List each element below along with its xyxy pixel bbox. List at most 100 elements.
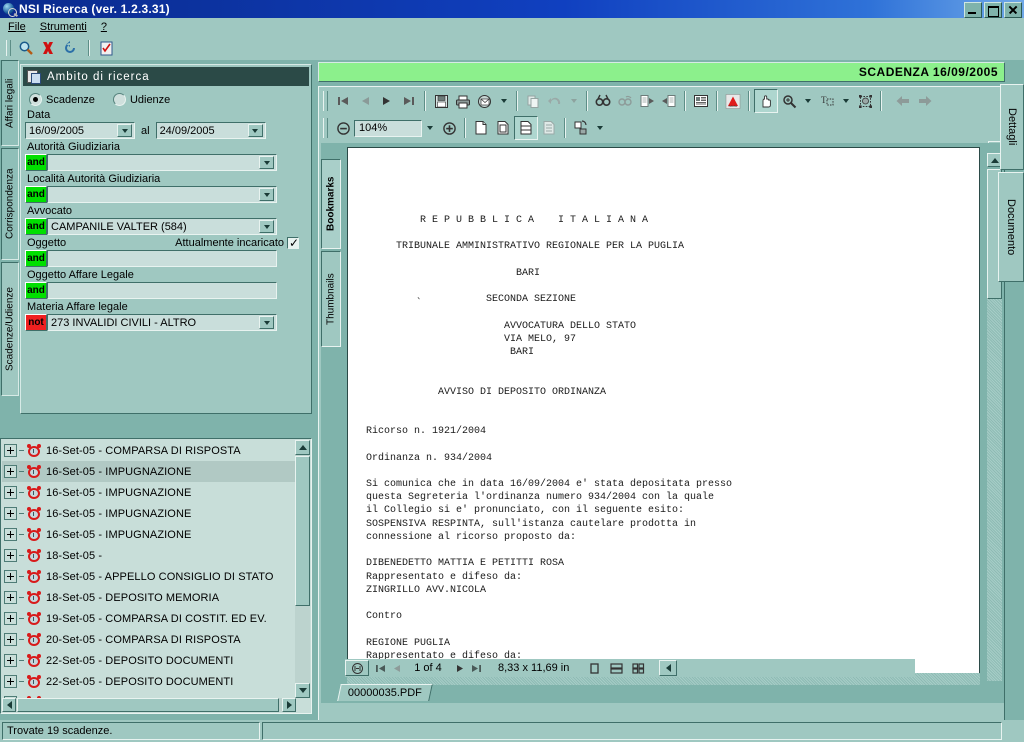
text-select-dropdown-icon[interactable] — [838, 91, 854, 111]
pdf-tab-thumbnails[interactable]: Thumbnails — [321, 251, 341, 347]
save-icon[interactable] — [430, 90, 452, 112]
menu-file[interactable]: File — [8, 21, 26, 33]
status-prev-page-icon[interactable] — [388, 657, 404, 679]
expand-icon[interactable] — [4, 633, 17, 646]
fit-width-icon[interactable] — [514, 116, 538, 140]
list-item[interactable]: 16-Set-05 - IMPUGNAZIONE — [2, 482, 296, 503]
rotate-icon[interactable] — [570, 117, 592, 139]
next-view-icon[interactable] — [658, 90, 680, 112]
results-list-inner[interactable]: 16-Set-05 - COMPARSA DI RISPOSTA 16-Set-0… — [2, 440, 296, 698]
sidebar-tab-corrispondenza[interactable]: Corrispondenza — [1, 148, 19, 260]
field-dropdown-icon-localita[interactable] — [259, 188, 274, 201]
operator-badge-localita[interactable]: and — [25, 186, 47, 203]
field-dropdown-icon-autorita[interactable] — [259, 156, 274, 169]
zoom-level-dropdown-icon[interactable] — [422, 118, 438, 138]
pdf-toolbar-grip[interactable] — [323, 91, 328, 111]
back-icon[interactable] — [892, 90, 914, 112]
operator-badge-materia[interactable]: not — [25, 314, 47, 331]
operator-badge-oggetto[interactable]: and — [25, 250, 47, 267]
list-item[interactable]: 22-Set-05 - DEPOSITO DOCUMENTI — [2, 671, 296, 692]
zoom-tool-icon[interactable] — [778, 90, 800, 112]
rotate-dropdown-icon[interactable] — [592, 118, 608, 138]
adobe-icon[interactable]: Adobe — [722, 90, 744, 112]
results-horizontal-scrollbar[interactable] — [2, 698, 296, 712]
scroll-right-button[interactable] — [282, 698, 296, 712]
previous-page-icon[interactable] — [354, 90, 376, 112]
forward-icon[interactable] — [914, 90, 936, 112]
article-icon[interactable] — [690, 90, 712, 112]
radio-scadenze-dot[interactable] — [29, 93, 42, 106]
single-page-layout-icon[interactable] — [583, 657, 605, 679]
pdf-page[interactable]: R E P U B B L I C A I T A L I A N A TRIB… — [347, 147, 980, 685]
refresh-icon[interactable] — [60, 38, 80, 58]
list-item[interactable]: 18-Set-05 - APPELLO CONSIGLIO DI STATO — [2, 566, 296, 587]
facing-layout-icon[interactable] — [627, 657, 649, 679]
undo-dropdown-icon[interactable] — [566, 91, 582, 111]
menu-strumenti[interactable]: Strumenti — [40, 21, 87, 33]
actual-size-icon[interactable] — [470, 117, 492, 139]
list-item[interactable]: 16-Set-05 - COMPARSA DI RISPOSTA — [2, 440, 296, 461]
date-from-input[interactable]: 16/09/2005 — [25, 122, 135, 139]
search-icon[interactable] — [16, 38, 36, 58]
operator-badge-avvocato[interactable]: and — [25, 218, 47, 235]
minimize-button[interactable] — [964, 2, 982, 18]
h-scroll-thumb[interactable] — [17, 698, 279, 712]
expand-icon[interactable] — [4, 486, 17, 499]
status-next-page-icon[interactable] — [452, 657, 468, 679]
date-from-dropdown-icon[interactable] — [117, 124, 132, 137]
email-dropdown-icon[interactable] — [496, 91, 512, 111]
hand-tool-icon[interactable] — [754, 89, 778, 113]
list-item[interactable]: 19-Set-05 - COMPARSA DI COSTIT. ED EV. — [2, 608, 296, 629]
zoom-level-input[interactable]: 104% — [354, 119, 422, 137]
list-item[interactable]: 18-Set-05 - — [2, 545, 296, 566]
search-again-icon[interactable] — [614, 90, 636, 112]
toolbar-grip[interactable] — [6, 40, 11, 56]
radio-udienze-dot[interactable] — [112, 93, 126, 106]
expand-icon[interactable] — [4, 570, 17, 583]
copy-icon[interactable] — [522, 90, 544, 112]
radio-scadenze[interactable]: Scadenze — [29, 93, 95, 106]
field-input-localita[interactable] — [47, 186, 277, 203]
zoom-tool-dropdown-icon[interactable] — [800, 91, 816, 111]
field-input-materia[interactable]: 273 INVALIDI CIVILI - ALTRO — [47, 314, 277, 331]
continuous-layout-icon[interactable] — [605, 657, 627, 679]
graphics-select-icon[interactable] — [854, 90, 876, 112]
field-input-avvocato[interactable]: CAMPANILE VALTER (584) — [47, 218, 277, 235]
expand-icon[interactable] — [4, 675, 17, 688]
list-item[interactable]: 16-Set-05 - IMPUGNAZIONE — [2, 461, 296, 482]
expand-icon[interactable] — [4, 507, 17, 520]
status-resize-handle[interactable] — [659, 660, 678, 676]
expand-icon[interactable] — [4, 549, 17, 562]
field-dropdown-icon-avvocato[interactable] — [259, 220, 274, 233]
field-dropdown-icon-materia[interactable] — [259, 316, 274, 329]
results-vertical-scrollbar[interactable] — [295, 440, 310, 698]
previous-view-icon[interactable] — [636, 90, 658, 112]
list-item[interactable]: 18-Set-05 - DEPOSITO MEMORIA — [2, 587, 296, 608]
list-item[interactable]: 20-Set-05 - COMPARSA DI RISPOSTA — [2, 629, 296, 650]
email-icon[interactable] — [474, 90, 496, 112]
pdf-toolbar2-grip[interactable] — [323, 118, 328, 138]
zoom-out-icon[interactable] — [332, 117, 354, 139]
delete-icon[interactable] — [38, 38, 58, 58]
scroll-up-button[interactable] — [295, 440, 310, 455]
page-view-icon[interactable] — [348, 662, 366, 674]
maximize-button[interactable] — [984, 2, 1002, 18]
sidebar-tab-affari-legali[interactable]: Affari legali — [1, 60, 19, 146]
expand-icon[interactable] — [4, 465, 17, 478]
menu-help[interactable]: ? — [101, 21, 107, 33]
scroll-left-button[interactable] — [2, 698, 16, 712]
fit-visible-icon[interactable] — [538, 117, 560, 139]
first-page-icon[interactable] — [332, 90, 354, 112]
scroll-thumb[interactable] — [295, 456, 310, 606]
attualmente-incaricato-checkbox[interactable]: ✓ — [287, 237, 299, 249]
list-item[interactable]: 22-Set-05 - DEPOSITO DOCUMENTI — [2, 650, 296, 671]
print-icon[interactable] — [452, 90, 474, 112]
text-select-icon[interactable]: T — [816, 90, 838, 112]
operator-badge-oggetto-affare[interactable]: and — [25, 282, 47, 299]
field-input-oggetto[interactable] — [47, 250, 277, 267]
expand-icon[interactable] — [4, 591, 17, 604]
expand-icon[interactable] — [4, 654, 17, 667]
expand-icon[interactable] — [4, 612, 17, 625]
checklist-icon[interactable] — [96, 38, 116, 58]
fit-page-icon[interactable] — [492, 117, 514, 139]
